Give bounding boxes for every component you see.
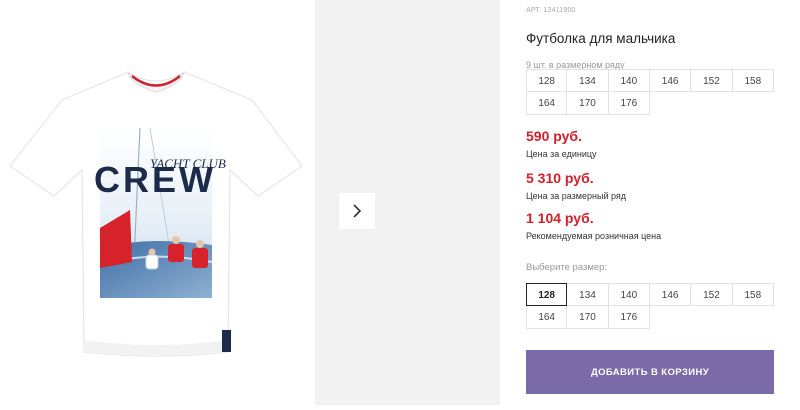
- pack-price-note: Цена за размерный ряд: [526, 191, 627, 201]
- choose-size-label: Выберите размер:: [526, 262, 608, 273]
- pack-size-cell: 140: [608, 69, 650, 92]
- size-option[interactable]: 146: [649, 283, 692, 306]
- hem-label: [222, 330, 231, 352]
- print-crew: CREW: [94, 159, 216, 200]
- unit-price: 590 руб.: [526, 128, 582, 144]
- product-title: Футболка для мальчика: [526, 31, 676, 46]
- size-option[interactable]: 152: [691, 283, 733, 306]
- size-option[interactable]: 158: [732, 283, 774, 306]
- pack-size-grid: 128 134 140 146 152 158 164 170 176: [526, 69, 774, 115]
- tshirt-illustration: YACHT CLUB CREW: [9, 70, 303, 357]
- article-number: АРТ. 12411900: [526, 7, 576, 14]
- add-to-cart-button[interactable]: ДОБАВИТЬ В КОРЗИНУ: [526, 350, 774, 394]
- size-option[interactable]: 164: [526, 306, 568, 329]
- size-option[interactable]: 134: [567, 283, 609, 306]
- size-selector: 128 134 140 146 152 158 164 170 176: [526, 283, 774, 329]
- retail-price: 1 104 руб.: [526, 210, 594, 226]
- pack-size-cell: 164: [526, 92, 568, 115]
- unit-price-note: Цена за единицу: [526, 149, 597, 159]
- pack-size-cell: 170: [567, 92, 609, 115]
- size-option-selected[interactable]: 128: [526, 283, 568, 306]
- pack-size-cell: 158: [732, 69, 774, 92]
- pack-size-cell: 134: [567, 69, 609, 92]
- pack-size-cell: 146: [649, 69, 692, 92]
- tshirt-print: [99, 127, 213, 298]
- next-image-button[interactable]: [339, 193, 375, 229]
- pack-size-cell: 176: [608, 92, 650, 115]
- size-option[interactable]: 176: [608, 306, 650, 329]
- retail-price-note: Рекомендуемая розничная цена: [526, 231, 662, 241]
- pack-size-cell: 128: [526, 69, 568, 92]
- chevron-right-icon: [353, 204, 362, 218]
- pack-price: 5 310 руб.: [526, 170, 594, 186]
- product-info-panel: АРТ. 12411900 Футболка для мальчика 9 шт…: [526, 0, 800, 405]
- size-option[interactable]: 170: [567, 306, 609, 329]
- pack-size-cell: 152: [691, 69, 733, 92]
- product-main-photo[interactable]: YACHT CLUB CREW: [0, 0, 312, 405]
- size-option[interactable]: 140: [608, 283, 650, 306]
